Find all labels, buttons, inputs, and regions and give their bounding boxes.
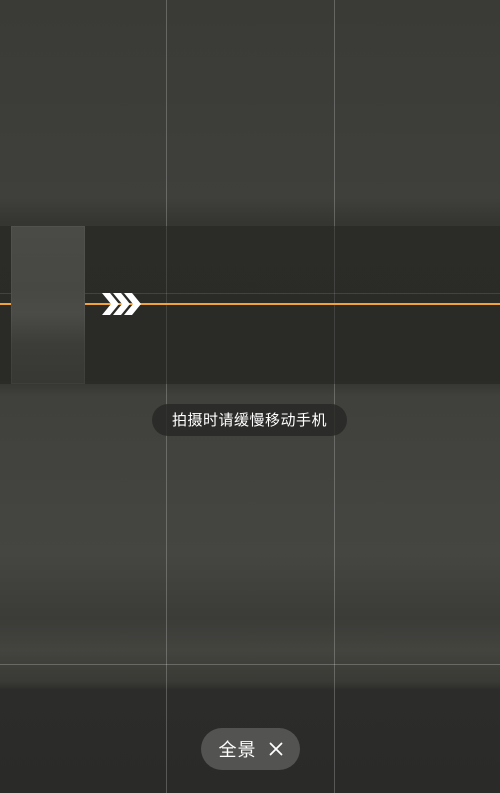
mode-label: 全景 [218,740,257,761]
panorama-mode-chip[interactable]: 全景 [201,728,300,770]
grid-line-horizontal-bottom [0,664,500,665]
triple-chevron-right-icon [102,293,141,315]
camera-viewfinder: 拍摄时请缓慢移动手机 全景 [0,0,500,793]
panorama-guide-line [0,303,11,305]
panorama-preview-thumbnail [11,226,85,384]
grid-line-vertical-right [334,0,335,793]
grid-line-vertical-left [166,0,167,793]
close-icon[interactable] [269,742,283,756]
panorama-guide-line [85,303,500,305]
capture-hint: 拍摄时请缓慢移动手机 [152,404,347,436]
